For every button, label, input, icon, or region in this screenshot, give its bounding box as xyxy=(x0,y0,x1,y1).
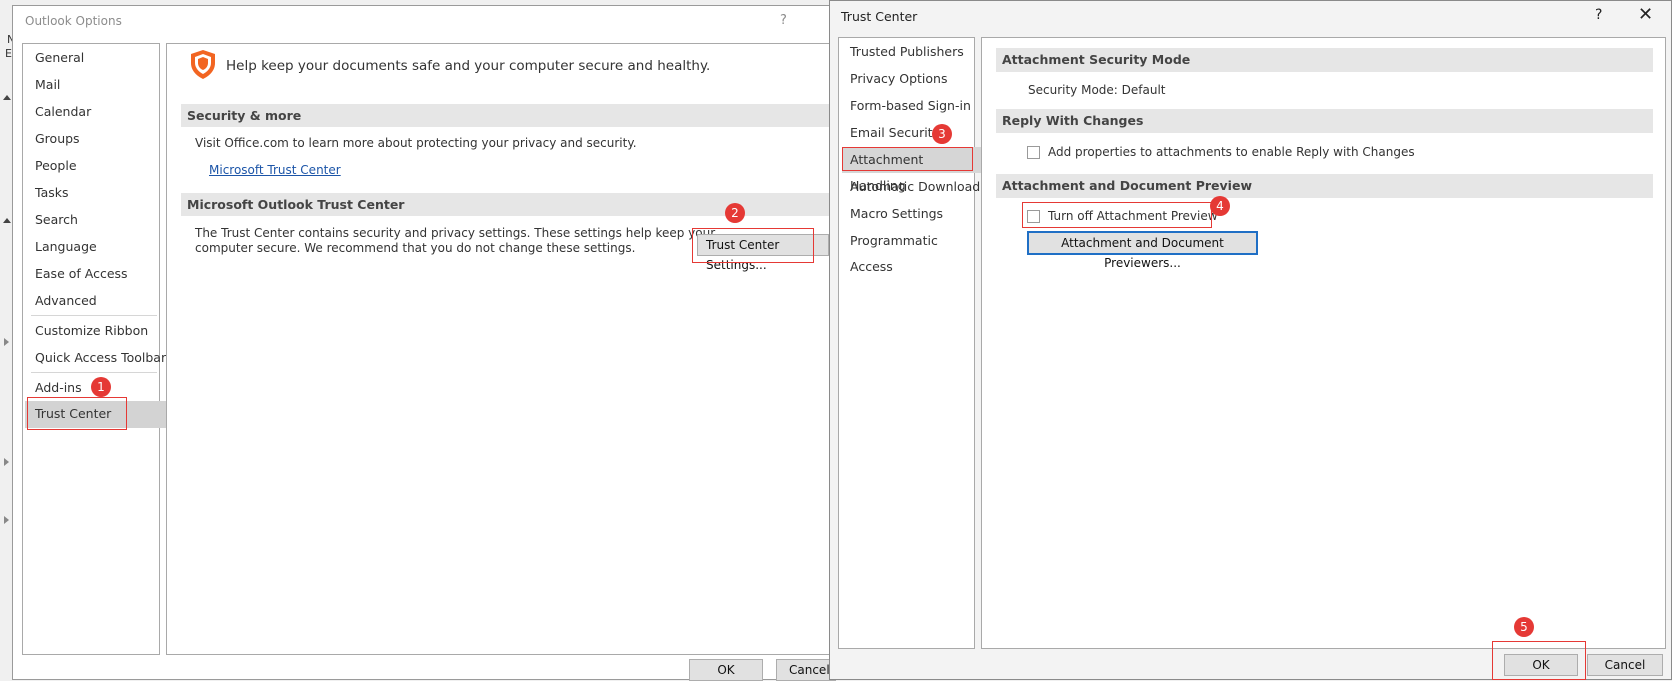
bg-expand-icon xyxy=(4,338,9,346)
trust-center-text-line2: computer secure. We recommend that you d… xyxy=(195,241,636,255)
callout-badge-5: 5 xyxy=(1514,617,1534,637)
tc-nav-automatic-download[interactable]: Automatic Download xyxy=(842,174,981,200)
callout-badge-1: 1 xyxy=(91,377,111,397)
section-attachment-security-mode: Attachment Security Mode xyxy=(996,48,1653,72)
section-outlook-trust-center: Microsoft Outlook Trust Center xyxy=(181,193,847,216)
trust-center-settings-button[interactable]: Trust Center Settings... xyxy=(697,234,829,272)
reply-with-changes-checkbox[interactable] xyxy=(1027,146,1040,159)
help-icon[interactable]: ? xyxy=(1595,7,1602,23)
section-security-more: Security & more xyxy=(181,104,847,127)
nav-trust-center[interactable]: Trust Center xyxy=(25,401,167,428)
nav-tasks[interactable]: Tasks xyxy=(25,180,167,207)
tc-nav-attachment-handling[interactable]: Attachment Handling xyxy=(842,147,981,193)
tc-nav-trusted-publishers[interactable]: Trusted Publishers xyxy=(842,39,981,65)
trust-center-title: Trust Center xyxy=(841,9,918,24)
trust-center-nav: Trusted Publishers Privacy Options Form-… xyxy=(838,37,981,649)
microsoft-trust-center-link[interactable]: Microsoft Trust Center xyxy=(209,163,341,177)
turn-off-preview-checkbox[interactable] xyxy=(1027,210,1040,223)
bg-caret-icon xyxy=(3,218,11,223)
nav-search[interactable]: Search xyxy=(25,207,167,234)
nav-advanced[interactable]: Advanced xyxy=(25,288,167,315)
tc-cancel-button[interactable]: Cancel xyxy=(1587,654,1663,676)
nav-groups[interactable]: Groups xyxy=(25,126,167,153)
attachment-previewers-button[interactable]: Attachment and Document Previewers... xyxy=(1027,231,1258,270)
nav-mail[interactable]: Mail xyxy=(25,72,167,99)
nav-divider xyxy=(31,372,157,373)
nav-ease-of-access[interactable]: Ease of Access xyxy=(25,261,167,288)
nav-people[interactable]: People xyxy=(25,153,167,180)
trust-center-content: Attachment Security Mode Security Mode: … xyxy=(981,37,1666,649)
bg-expand-icon xyxy=(4,458,9,466)
trust-center-text-line1: The Trust Center contains security and p… xyxy=(195,226,716,240)
tc-nav-form-based-sign-in[interactable]: Form-based Sign-in xyxy=(842,93,981,119)
nav-calendar[interactable]: Calendar xyxy=(25,99,167,126)
options-cancel-button[interactable]: Cancel xyxy=(776,659,836,681)
section-attachment-preview: Attachment and Document Preview xyxy=(996,174,1653,198)
tc-ok-button[interactable]: OK xyxy=(1504,654,1578,676)
nav-general[interactable]: General xyxy=(25,45,167,72)
reply-with-changes-label[interactable]: Add properties to attachments to enable … xyxy=(1048,145,1415,159)
callout-badge-4: 4 xyxy=(1210,196,1230,216)
security-mode-value: Security Mode: Default xyxy=(1028,83,1166,97)
bg-caret-icon xyxy=(3,95,11,100)
tc-nav-privacy-options[interactable]: Privacy Options xyxy=(842,66,981,92)
tc-nav-macro-settings[interactable]: Macro Settings xyxy=(842,201,981,227)
tc-nav-programmatic-access[interactable]: Programmatic Access xyxy=(842,228,981,274)
turn-off-preview-label[interactable]: Turn off Attachment Preview xyxy=(1048,209,1218,223)
nav-language[interactable]: Language xyxy=(25,234,167,261)
nav-customize-ribbon[interactable]: Customize Ribbon xyxy=(25,318,167,345)
nav-quick-access-toolbar[interactable]: Quick Access Toolbar xyxy=(25,345,167,372)
options-ok-button[interactable]: OK xyxy=(689,659,763,681)
shield-icon xyxy=(191,50,215,79)
options-content: Help keep your documents safe and your c… xyxy=(166,43,847,655)
help-icon[interactable]: ? xyxy=(780,13,787,28)
close-icon[interactable]: ✕ xyxy=(1638,4,1653,25)
callout-badge-2: 2 xyxy=(725,203,745,223)
outlook-options-title: Outlook Options xyxy=(25,14,122,28)
options-headline: Help keep your documents safe and your c… xyxy=(226,58,711,74)
options-nav: General Mail Calendar Groups People Task… xyxy=(22,43,167,655)
nav-divider xyxy=(31,315,157,316)
section-reply-with-changes: Reply With Changes xyxy=(996,109,1653,133)
security-more-text: Visit Office.com to learn more about pro… xyxy=(195,136,637,150)
bg-expand-icon xyxy=(4,516,9,524)
callout-badge-3: 3 xyxy=(932,124,952,144)
tc-nav-email-security[interactable]: Email Security xyxy=(842,120,981,146)
